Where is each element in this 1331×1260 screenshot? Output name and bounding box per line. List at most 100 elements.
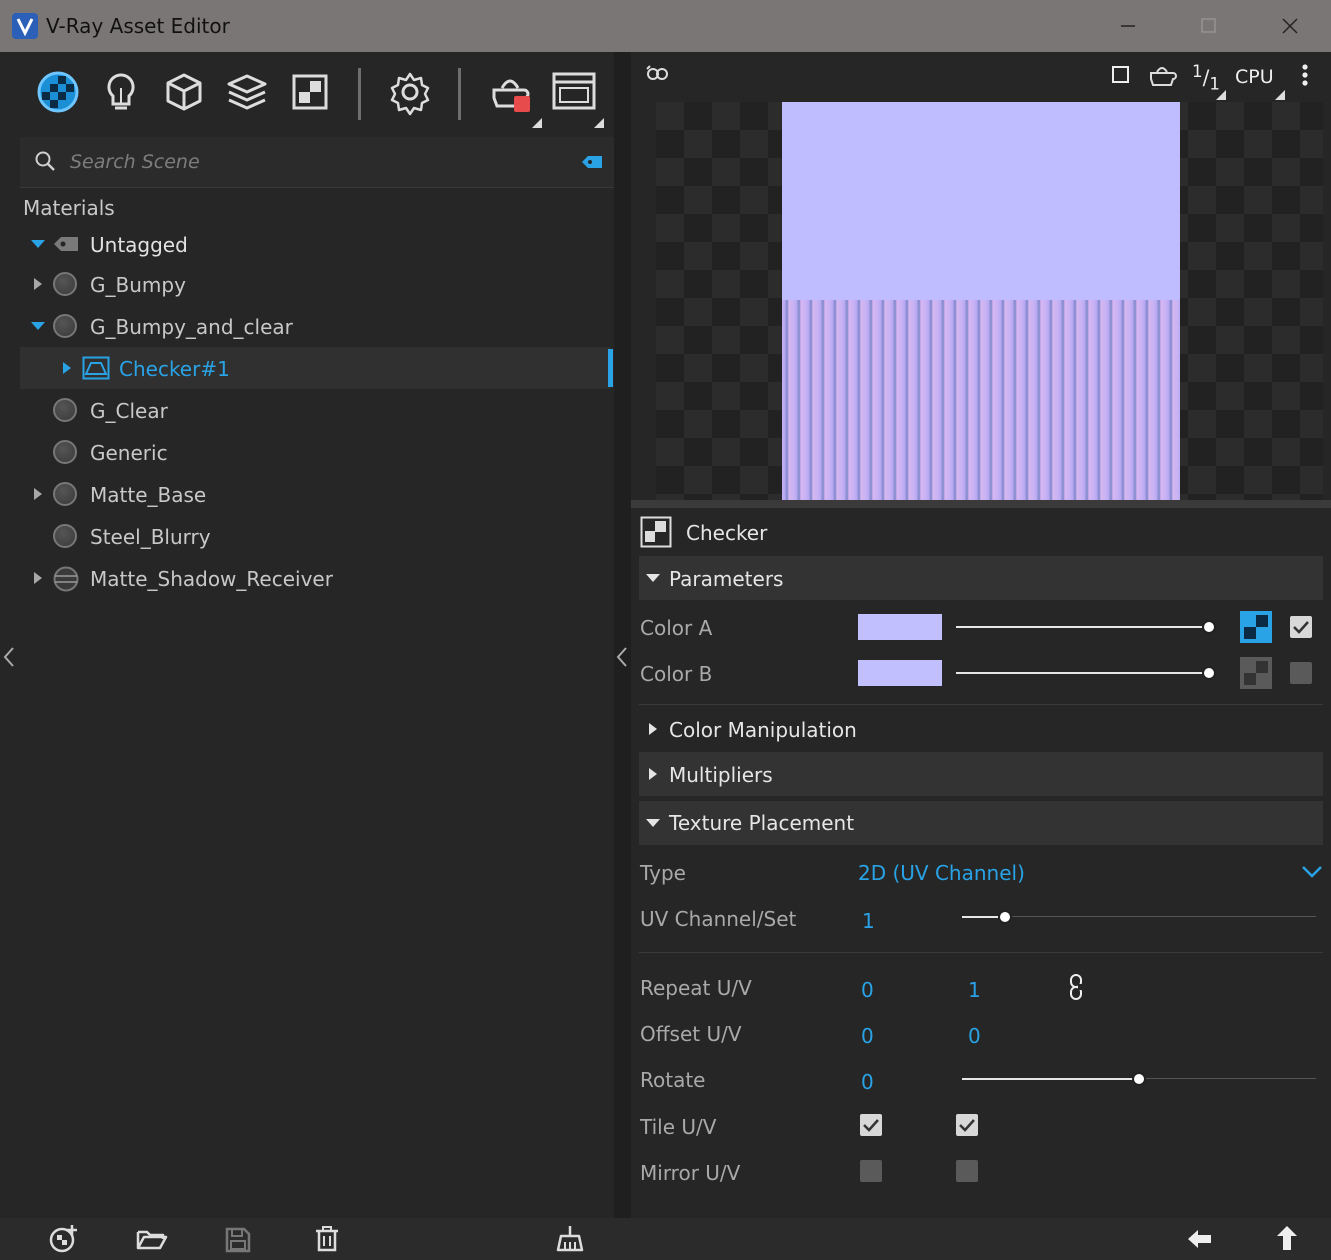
maximize-button[interactable] — [1188, 8, 1228, 44]
list-item-selected[interactable]: Checker#1 — [20, 347, 613, 389]
uv-channel-slider-handle[interactable] — [998, 910, 1012, 924]
chevron-down-icon — [1301, 864, 1323, 884]
tag-group-untagged[interactable]: Untagged — [20, 225, 610, 267]
close-button[interactable] — [1270, 8, 1310, 44]
settings-icon[interactable] — [384, 66, 436, 118]
section-multipliers[interactable]: Multipliers — [639, 752, 1323, 796]
create-asset-icon[interactable] — [48, 1224, 78, 1258]
textures-icon[interactable] — [284, 66, 336, 118]
geometry-icon[interactable] — [158, 66, 210, 118]
collapse-splitter-icon[interactable] — [615, 646, 629, 672]
purge-unused-icon[interactable] — [556, 1224, 584, 1258]
list-item[interactable]: Matte_Shadow_Receiver — [20, 558, 610, 600]
preview-scene-icon[interactable] — [1148, 62, 1178, 92]
list-item[interactable]: Steel_Blurry — [20, 516, 610, 558]
expand-arrow-icon[interactable] — [649, 723, 657, 735]
preview-resolution-label[interactable]: 1/1 — [1192, 62, 1220, 94]
color-b-texture-slot-icon[interactable] — [1240, 657, 1272, 693]
list-item[interactable]: G_Clear — [20, 390, 610, 432]
type-dropdown[interactable]: 2D (UV Channel) — [846, 856, 1323, 890]
toolbar-separator — [458, 68, 461, 120]
collapse-arrow-icon[interactable] — [646, 819, 660, 827]
open-folder-icon[interactable] — [136, 1226, 168, 1256]
section-color-manipulation[interactable]: Color Manipulation — [639, 708, 1323, 752]
save-icon[interactable] — [224, 1226, 252, 1258]
delete-icon[interactable] — [314, 1225, 340, 1257]
collapse-arrow-icon[interactable] — [646, 574, 660, 582]
search-input[interactable] — [68, 145, 532, 179]
section-label: Texture Placement — [669, 811, 855, 835]
chain-link-icon[interactable] — [1066, 972, 1088, 1006]
title-bar: V-Ray Asset Editor — [0, 0, 1331, 52]
material-label: G_Clear — [90, 399, 168, 423]
expand-arrow-icon[interactable] — [649, 768, 657, 780]
engine-dropdown-indicator[interactable] — [1275, 90, 1285, 100]
rotate-slider-track[interactable] — [1140, 1078, 1316, 1079]
ratio-numerator: 1 — [1192, 62, 1203, 81]
collapse-left-panel-icon[interactable] — [2, 646, 16, 672]
toolbar-separator — [358, 68, 361, 120]
color-b-swatch[interactable] — [858, 660, 942, 686]
expand-arrow-icon[interactable] — [63, 362, 71, 374]
frame-buffer-icon[interactable] — [548, 66, 600, 118]
repeat-uv-label: Repeat U/V — [640, 976, 752, 1000]
color-b-enable-checkbox[interactable] — [1290, 662, 1312, 684]
uv-channel-slider-track[interactable] — [1006, 916, 1316, 917]
color-a-slider-handle[interactable] — [1202, 620, 1216, 634]
layers-icon[interactable] — [221, 66, 273, 118]
rotate-slider-fill[interactable] — [962, 1078, 1140, 1080]
repeat-v-input[interactable]: 1 — [968, 978, 981, 1002]
more-options-icon[interactable] — [1298, 62, 1312, 94]
color-a-enable-checkbox[interactable] — [1290, 616, 1312, 638]
list-item[interactable]: G_Bumpy — [20, 264, 610, 306]
mirror-u-checkbox[interactable] — [860, 1160, 882, 1182]
uv-channel-input[interactable]: 1 — [862, 909, 875, 933]
rotate-slider-handle[interactable] — [1132, 1072, 1146, 1086]
list-item[interactable]: Generic — [20, 432, 610, 474]
collapse-arrow-icon[interactable] — [31, 322, 45, 330]
panel-splitter[interactable] — [614, 52, 631, 1218]
tag-filter-icon[interactable] — [580, 154, 604, 174]
up-arrow-icon[interactable] — [1274, 1224, 1300, 1256]
list-item[interactable]: Matte_Base — [20, 474, 610, 516]
color-a-texture-slot-icon[interactable] — [1240, 611, 1272, 647]
materials-icon[interactable] — [32, 66, 84, 118]
expand-arrow-icon[interactable] — [34, 278, 42, 290]
type-dropdown-value: 2D (UV Channel) — [858, 861, 1025, 885]
render-icon[interactable] — [484, 66, 536, 118]
color-b-slider-track[interactable] — [956, 672, 1210, 674]
expand-arrow-icon[interactable] — [34, 488, 42, 500]
vray-logo-icon — [12, 13, 38, 39]
minimize-button[interactable] — [1108, 8, 1148, 44]
color-a-slider-track[interactable] — [956, 626, 1210, 628]
tile-v-checkbox[interactable] — [956, 1114, 978, 1136]
section-parameters[interactable]: Parameters — [639, 556, 1323, 600]
list-item[interactable]: G_Bumpy_and_clear — [20, 306, 610, 348]
material-label: G_Bumpy — [90, 273, 186, 297]
offset-u-input[interactable]: 0 — [861, 1024, 874, 1048]
frame-buffer-dropdown-indicator[interactable] — [594, 118, 604, 128]
tile-u-checkbox[interactable] — [860, 1114, 882, 1136]
mirror-v-checkbox[interactable] — [956, 1160, 978, 1182]
section-texture-placement[interactable]: Texture Placement — [639, 801, 1323, 845]
repeat-u-input[interactable]: 0 — [861, 978, 874, 1002]
expand-arrow-icon[interactable] — [34, 572, 42, 584]
color-b-slider-handle[interactable] — [1202, 666, 1216, 680]
engine-label[interactable]: CPU — [1235, 66, 1274, 88]
offset-v-input[interactable]: 0 — [968, 1024, 981, 1048]
color-a-swatch[interactable] — [858, 614, 942, 640]
collapse-arrow-icon[interactable] — [31, 240, 45, 248]
back-arrow-icon[interactable] — [1186, 1226, 1214, 1256]
resolution-dropdown-indicator[interactable] — [1216, 90, 1226, 100]
link-icon[interactable] — [644, 62, 672, 90]
material-label: Matte_Base — [90, 483, 207, 507]
preview-resize-handle[interactable] — [631, 500, 1331, 508]
material-ball-icon — [53, 398, 77, 422]
rotate-input[interactable]: 0 — [861, 1070, 874, 1094]
material-label: G_Bumpy_and_clear — [90, 315, 293, 339]
render-dropdown-indicator[interactable] — [532, 118, 542, 128]
region-render-icon[interactable] — [1110, 64, 1132, 90]
lights-icon[interactable] — [95, 66, 147, 118]
search-icon — [34, 150, 56, 176]
section-label: Parameters — [669, 567, 784, 591]
